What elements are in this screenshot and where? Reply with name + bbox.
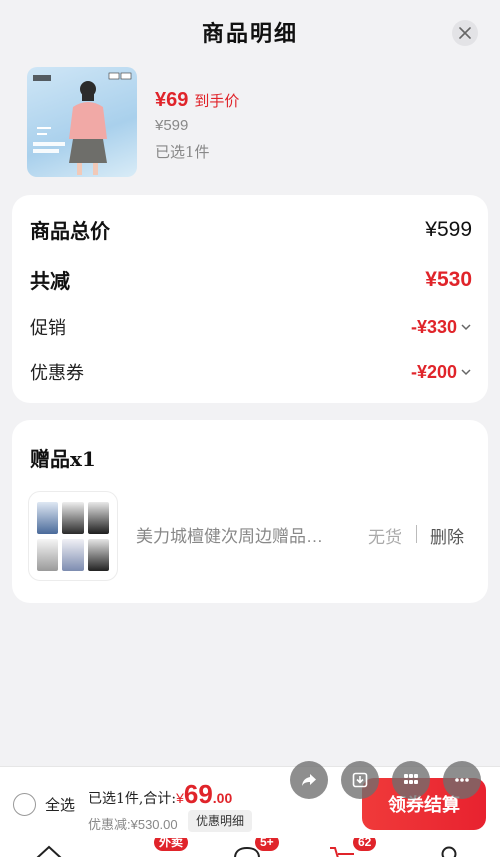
- message-badge: 5+: [255, 838, 279, 851]
- save-button[interactable]: [341, 761, 379, 799]
- total-row: 已选1件,合计: ¥ 69 .00: [88, 779, 232, 810]
- reduce-value: ¥530: [425, 267, 472, 291]
- coupon-label: 优惠券: [30, 363, 84, 384]
- takeout-badge[interactable]: 外卖: [154, 838, 189, 851]
- price-tag: 到手价: [194, 92, 240, 110]
- more-button[interactable]: [443, 761, 481, 799]
- header: 商品明细: [0, 0, 500, 60]
- total-price-row: 商品总价 ¥599: [30, 215, 472, 244]
- gift-delete-button[interactable]: 删除: [430, 523, 464, 548]
- price-now: ¥69: [155, 89, 189, 111]
- share-button[interactable]: [290, 761, 328, 799]
- select-all-checkbox[interactable]: [13, 793, 36, 816]
- grid-icon: [404, 774, 418, 784]
- select-all-label[interactable]: 全选: [45, 794, 75, 815]
- discount-text: 优惠减:¥530.00: [88, 817, 178, 832]
- divider: [416, 525, 417, 543]
- product-photo-graphic: [33, 72, 132, 175]
- coupon-value-group[interactable]: -¥200: [411, 362, 472, 383]
- tab-bar: 外卖 5+ 62: [0, 838, 500, 857]
- product-image[interactable]: [27, 67, 137, 177]
- coupon-value: -¥200: [410, 361, 457, 382]
- total-price-value: ¥599: [425, 217, 472, 241]
- promo-label: 促销: [30, 318, 66, 339]
- gift-card: 赠品x1 美力城檀健次周边赠品… 无货 删除: [12, 420, 488, 603]
- profile-icon[interactable]: [436, 844, 462, 857]
- reduce-label: 共减: [30, 269, 70, 293]
- gift-title: 赠品x1: [30, 447, 96, 471]
- more-icon: [455, 778, 469, 782]
- close-button[interactable]: [452, 20, 478, 46]
- page-title: 商品明细: [201, 21, 298, 47]
- download-icon: [352, 772, 368, 788]
- cart-badge: 62: [353, 838, 377, 851]
- gift-image[interactable]: [28, 491, 118, 581]
- total-amount: 69: [183, 779, 213, 809]
- total-decimal: .00: [212, 790, 233, 806]
- promo-row[interactable]: 促销 -¥330: [30, 314, 472, 340]
- chevron-down-icon: [461, 324, 471, 331]
- gift-photo-grid: [37, 502, 109, 571]
- coupon-row[interactable]: 优惠券 -¥200: [30, 359, 472, 385]
- reduce-row: 共减 ¥530: [30, 265, 472, 294]
- close-icon: [459, 27, 471, 39]
- total-currency: ¥: [176, 790, 184, 806]
- share-icon: [302, 774, 316, 786]
- price-row: ¥69 到手价: [155, 89, 239, 112]
- price-summary-card: 商品总价 ¥599 共减 ¥530 促销 -¥330 优惠券 -¥200: [12, 195, 488, 403]
- promo-value-group[interactable]: -¥330: [411, 317, 472, 338]
- discount-detail-button[interactable]: 优惠明细: [188, 810, 253, 832]
- home-icon[interactable]: [34, 844, 64, 857]
- product-info: ¥69 到手价 ¥599 已选1件: [27, 67, 477, 182]
- gift-name: 美力城檀健次周边赠品…: [136, 527, 323, 546]
- promo-value: -¥330: [410, 316, 457, 337]
- apps-button[interactable]: [392, 761, 430, 799]
- total-price-label: 商品总价: [30, 219, 110, 243]
- total-prefix: 已选1件,合计:: [88, 791, 177, 807]
- original-price: ¥599: [155, 117, 189, 134]
- selected-count: 已选1件: [155, 143, 210, 161]
- chevron-down-icon: [461, 369, 471, 376]
- gift-stock-status: 无货: [368, 528, 402, 547]
